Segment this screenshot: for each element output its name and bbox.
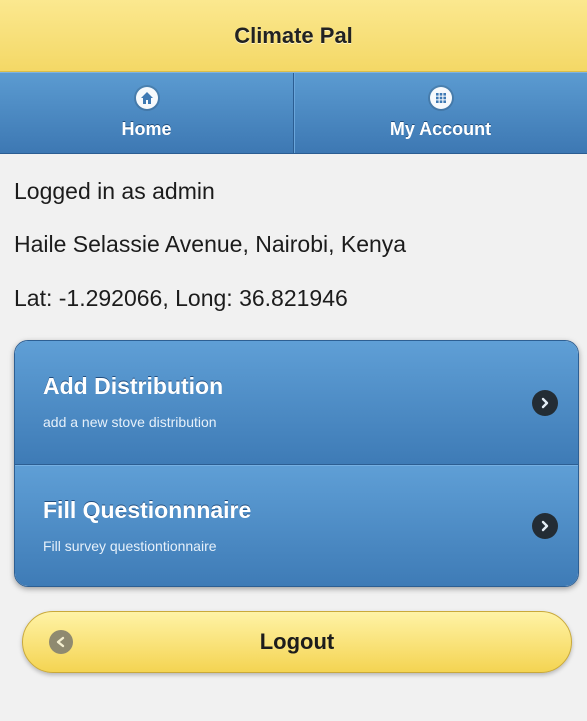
nav-my-account-label: My Account [389, 118, 492, 139]
list-item-subtitle: Fill survey questiontionnaire [43, 538, 217, 554]
app-header: Climate Pal [0, 0, 587, 72]
list-item-title: Add Distribution [43, 373, 224, 399]
grid-icon [429, 86, 452, 109]
list-item-fill-questionnaire[interactable]: Fill Questionnnaire Fill survey question… [15, 464, 578, 586]
app-title: Climate Pal [234, 22, 353, 48]
nav-home[interactable]: Home [0, 73, 293, 153]
back-arrow-icon [49, 630, 73, 654]
coordinates-text: Lat: -1.292066, Long: 36.821946 [14, 285, 348, 311]
logged-in-text: Logged in as admin [14, 178, 215, 204]
home-icon [135, 86, 158, 109]
list-item-subtitle: add a new stove distribution [43, 414, 217, 430]
list-item-title: Fill Questionnnaire [43, 497, 252, 523]
nav-home-label: Home [121, 118, 172, 139]
logout-button[interactable]: Logout [22, 611, 572, 673]
chevron-right-icon [532, 389, 558, 416]
navbar: Home My Account [0, 72, 587, 154]
action-list: Add Distribution add a new stove distrib… [14, 340, 579, 587]
list-item-add-distribution[interactable]: Add Distribution add a new stove distrib… [15, 341, 578, 464]
chevron-right-icon [532, 513, 558, 539]
logout-label: Logout [259, 629, 335, 654]
nav-my-account[interactable]: My Account [293, 73, 587, 153]
address-text: Haile Selassie Avenue, Nairobi, Kenya [14, 231, 407, 257]
